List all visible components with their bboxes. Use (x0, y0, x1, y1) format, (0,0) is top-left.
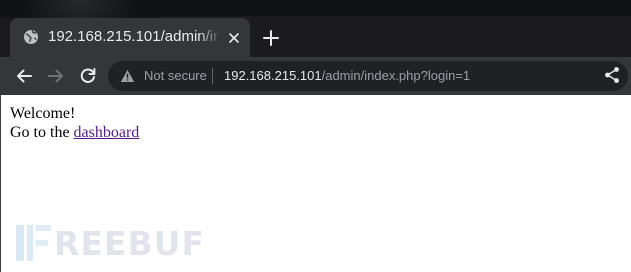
page-body: Welcome! Go to the dashboard (10, 104, 139, 142)
browser-window: 192.168.215.101/admin/index.php?login=1 (0, 0, 631, 272)
tab-title: 192.168.215.101/admin/index.php?login=1 (48, 28, 218, 45)
arrow-right-icon[interactable] (46, 66, 66, 86)
url-path: /admin/index.php?login=1 (321, 68, 471, 83)
tab-bar: 192.168.215.101/admin/index.php?login=1 (0, 0, 631, 57)
globe-icon (24, 30, 38, 44)
page-viewport: Welcome! Go to the dashboard (0, 95, 631, 272)
security-status-label[interactable]: Not secure (144, 67, 207, 85)
reload-icon[interactable] (78, 66, 98, 86)
goto-line: Go to the dashboard (10, 123, 139, 142)
warning-triangle-icon[interactable] (120, 69, 135, 83)
close-icon[interactable] (226, 30, 242, 46)
address-bar[interactable]: Not secure 192.168.215.101/admin/index.p… (108, 61, 628, 91)
toolbar: Not secure 192.168.215.101/admin/index.p… (0, 57, 631, 95)
goto-prefix-text: Go to the (10, 124, 74, 141)
url-host: 192.168.215.101 (224, 68, 322, 83)
tab-strip-glow (0, 0, 160, 18)
plus-icon[interactable] (260, 27, 282, 49)
address-bar-separator (212, 68, 213, 84)
dashboard-link[interactable]: dashboard (74, 124, 140, 141)
active-tab[interactable]: 192.168.215.101/admin/index.php?login=1 (10, 18, 250, 57)
share-icon[interactable] (604, 66, 620, 84)
welcome-text: Welcome! (10, 105, 76, 122)
url-text[interactable]: 192.168.215.101/admin/index.php?login=1 (224, 67, 470, 85)
arrow-left-icon[interactable] (14, 66, 34, 86)
